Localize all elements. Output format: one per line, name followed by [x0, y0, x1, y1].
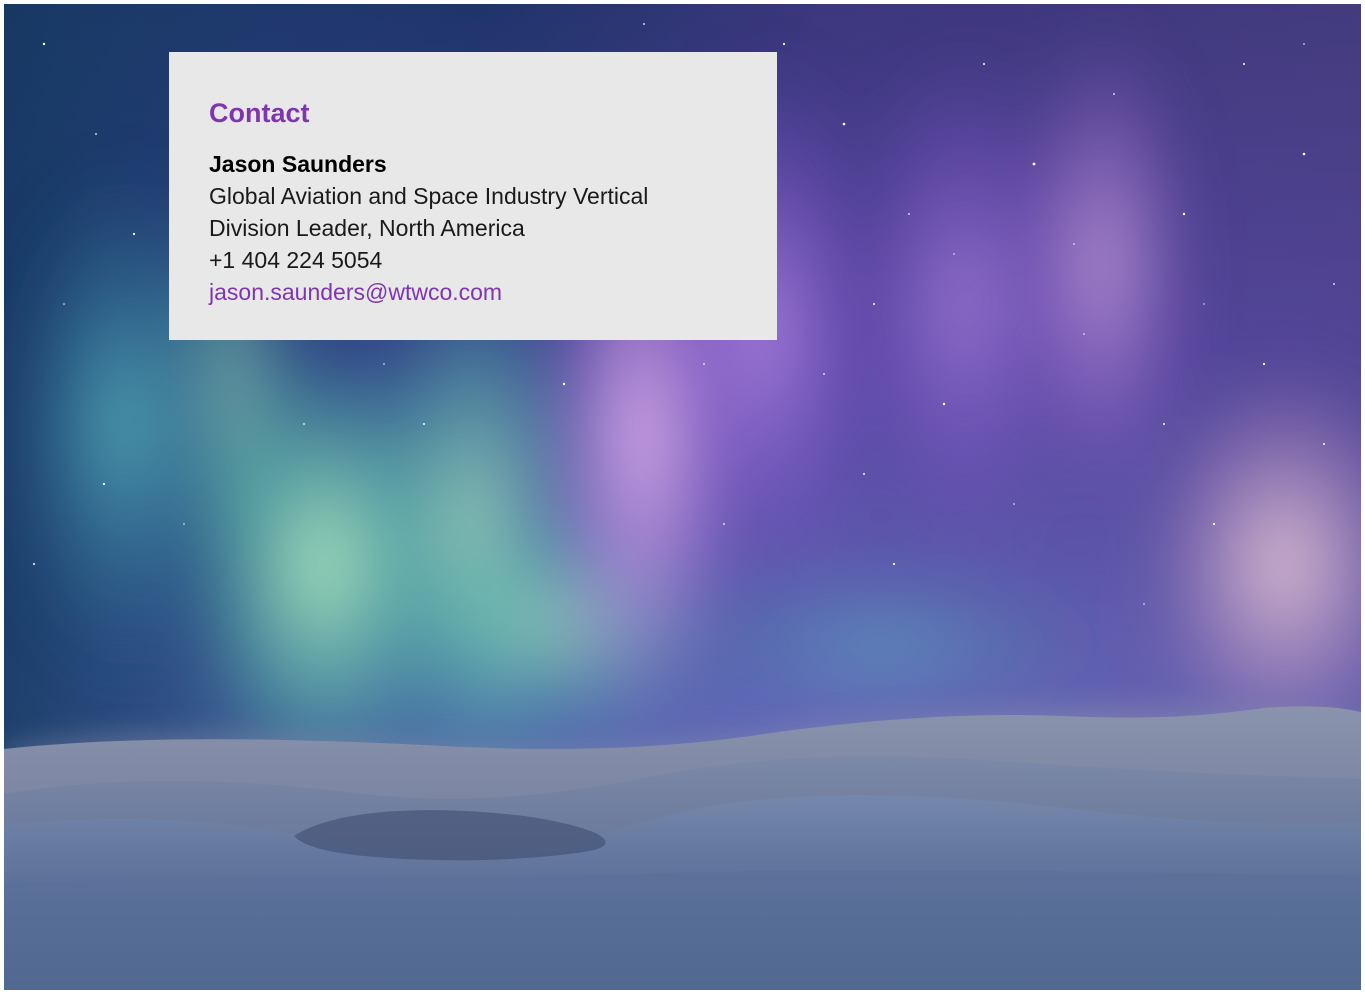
- contact-phone: +1 404 224 5054: [209, 247, 383, 273]
- contact-title-line-2: Division Leader, North America: [209, 215, 525, 241]
- contact-email-link[interactable]: jason.saunders@wtwco.com: [209, 276, 502, 308]
- page: Contact Jason Saunders Global Aviation a…: [4, 4, 1361, 990]
- contact-title-line-1: Global Aviation and Space Industry Verti…: [209, 183, 649, 209]
- contact-card: Contact Jason Saunders Global Aviation a…: [169, 52, 777, 340]
- contact-name: Jason Saunders: [209, 151, 387, 177]
- contact-heading: Contact: [209, 98, 310, 128]
